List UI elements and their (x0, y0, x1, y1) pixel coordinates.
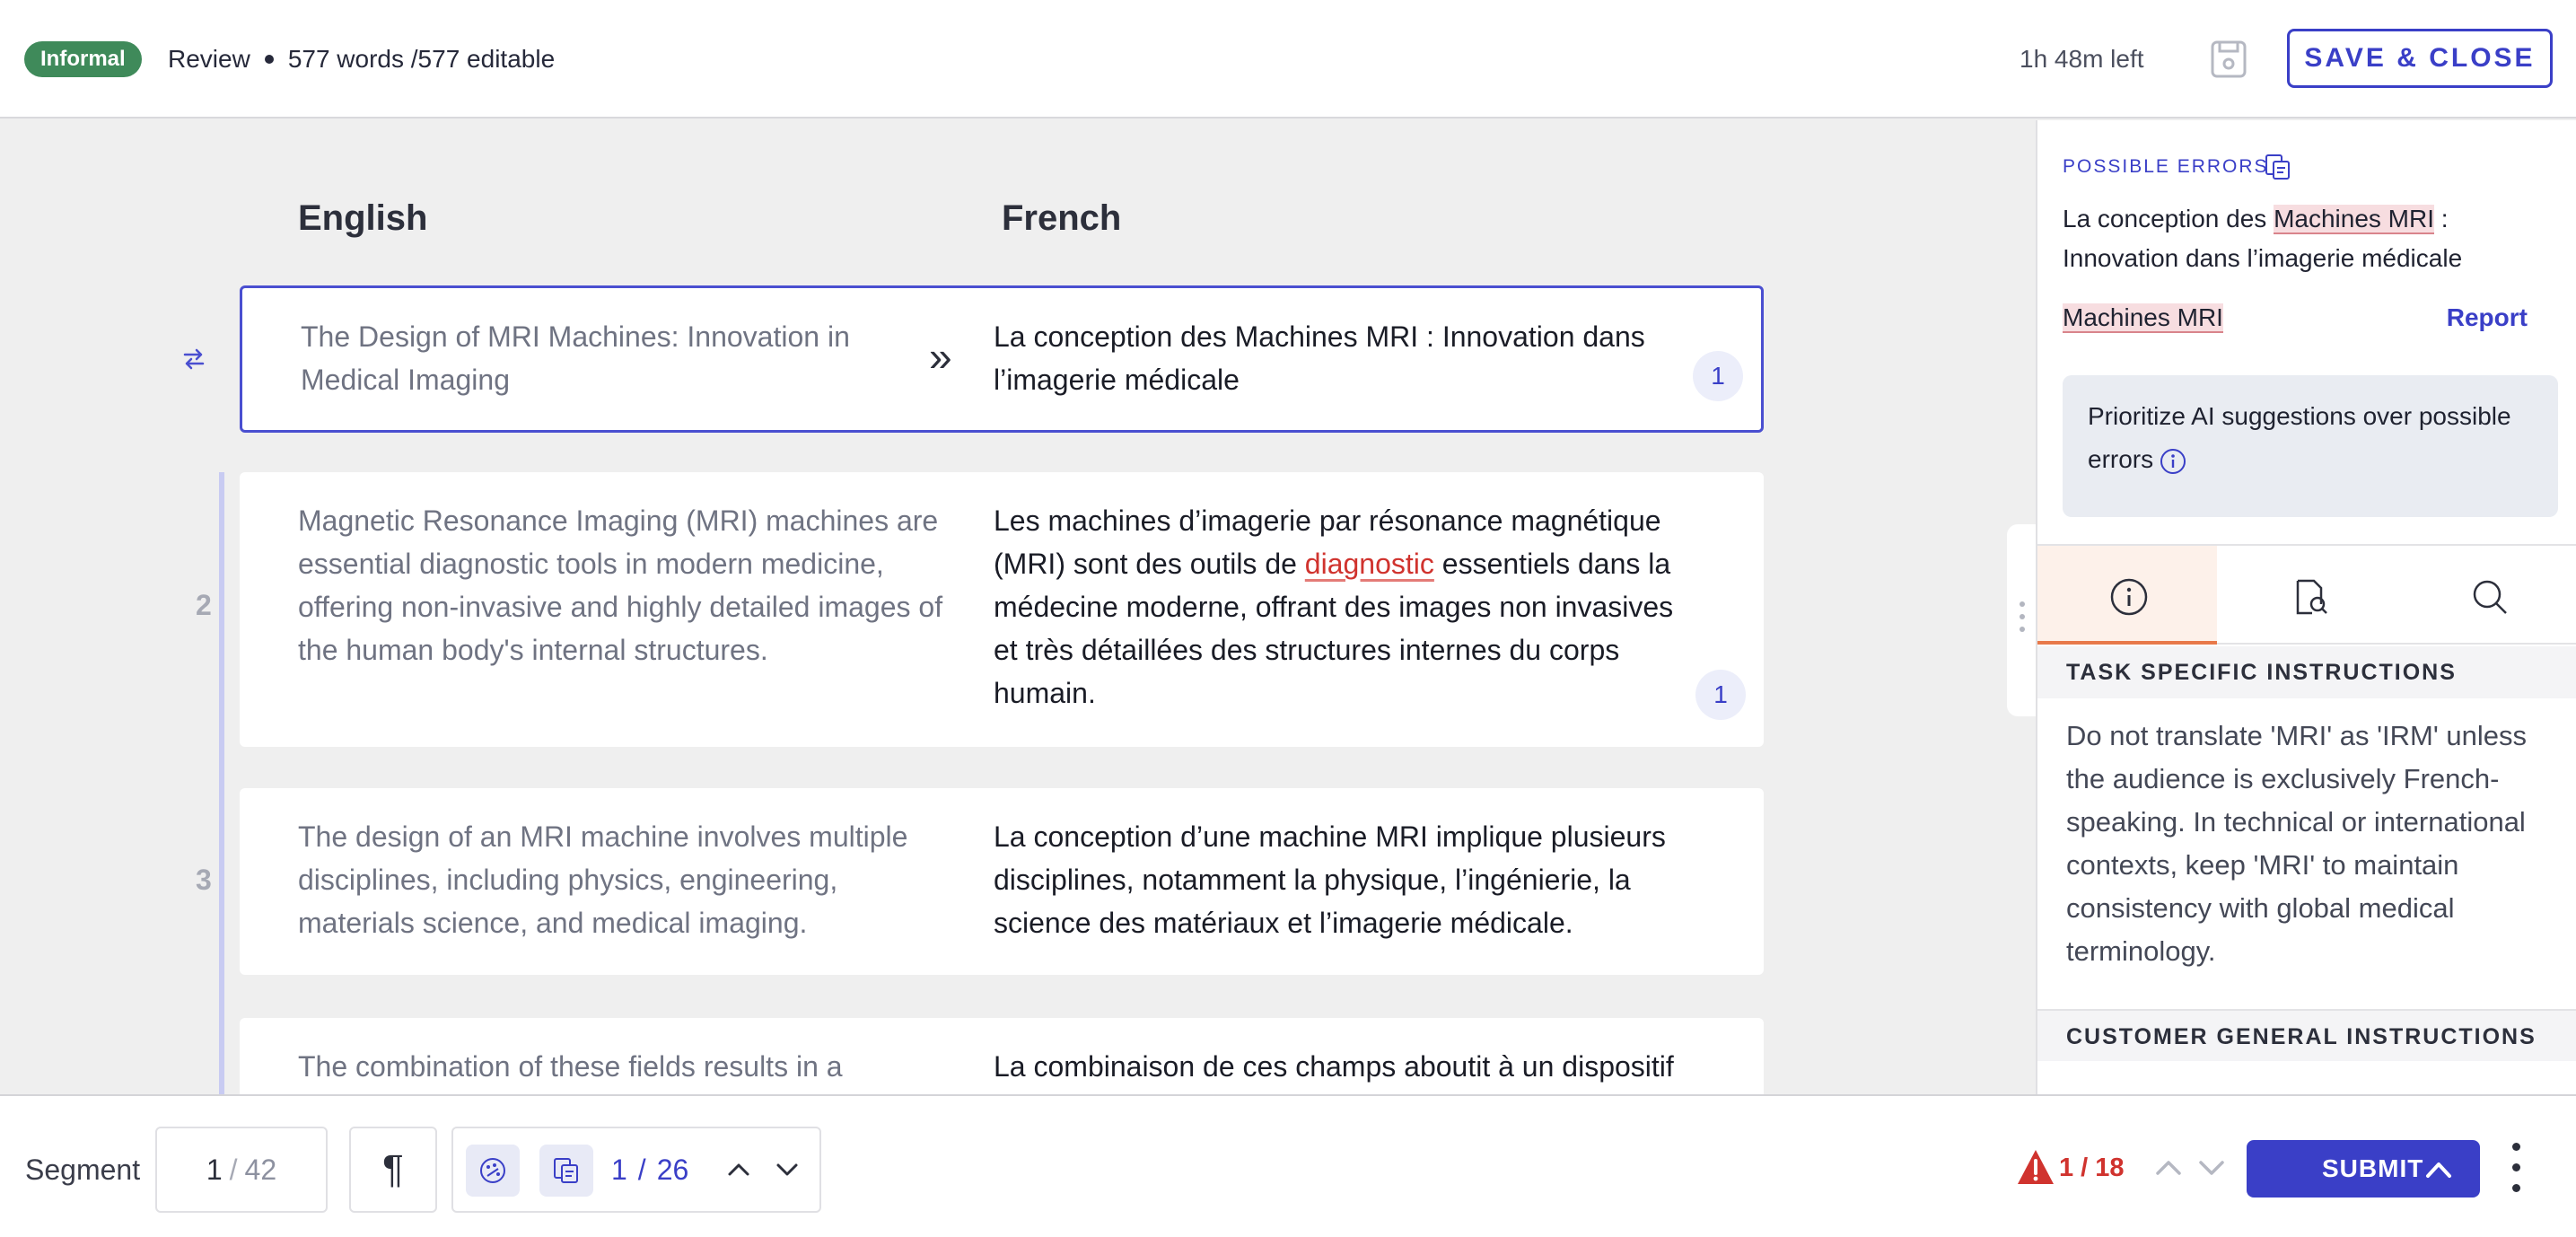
slash-separator: / (229, 1154, 238, 1186)
tab-info[interactable] (2037, 546, 2217, 645)
panel-resize-handle[interactable] (2007, 524, 2037, 716)
separator-dot (264, 54, 274, 64)
report-link[interactable]: Report (2447, 300, 2528, 336)
source-text: The combination of these fields results … (298, 1050, 843, 1083)
segment-rail (219, 472, 224, 1094)
review-status: Review 577 words /577 editable (168, 43, 555, 75)
task-instructions-text: Do not translate 'MRI' as 'IRM' unless t… (2066, 720, 2527, 967)
flagged-word[interactable]: diagnostic (1305, 548, 1434, 580)
top-bar: Informal Review 577 words /577 editable 1… (0, 0, 2576, 118)
issue-count-badge[interactable]: 1 (1693, 351, 1743, 401)
task-instructions-heading: TASK SPECIFIC INSTRUCTIONS (2037, 646, 2576, 698)
segment-number: 3 (196, 864, 212, 896)
possible-errors-label: POSSIBLE ERRORS (2063, 156, 2269, 177)
show-formatting-button[interactable]: ¶ (349, 1127, 437, 1213)
prioritize-ai-box: Prioritize AI suggestions over possible … (2063, 375, 2558, 517)
target-language-heading: French (1002, 198, 1122, 238)
target-text[interactable]: La combinaison de ces champs aboutit à u… (994, 1045, 1703, 1088)
source-language-heading: English (298, 198, 428, 238)
save-and-close-button[interactable]: SAVE & CLOSE (2287, 29, 2553, 88)
customer-instructions-heading: CUSTOMER GENERAL INSTRUCTIONS (2037, 1009, 2576, 1061)
info-icon (2110, 578, 2148, 616)
source-text: The design of an MRI machine involves mu… (298, 820, 908, 939)
review-label: Review (168, 45, 250, 73)
panel-tabs (2037, 544, 2576, 645)
warning-icon (2018, 1150, 2054, 1184)
bottom-bar: Segment 1/42 ¶ 1/26 1 / 18 SUBMIT (0, 1094, 2576, 1237)
segment-number-input[interactable]: 1/42 (155, 1127, 328, 1213)
segment-label: Segment (25, 1154, 141, 1186)
source-text: The Design of MRI Machines: Innovation i… (301, 320, 850, 396)
search-icon (2473, 580, 2507, 614)
handle-dot (2020, 614, 2025, 619)
copy-document-icon[interactable] (2264, 153, 2292, 181)
chevron-up-icon[interactable] (721, 1152, 757, 1188)
segment-row-active[interactable]: The Design of MRI Machines: Innovation i… (240, 285, 1764, 433)
highlighted-term: Machines MRI (2274, 205, 2434, 234)
info-icon[interactable] (2159, 447, 2187, 476)
prioritize-text: Prioritize AI suggestions over possible … (2088, 402, 2511, 473)
chevron-up-icon[interactable] (2151, 1150, 2186, 1186)
tab-document-search[interactable] (2219, 546, 2398, 645)
segment-number: 2 (196, 589, 212, 621)
handle-dot (2020, 601, 2025, 607)
flagged-term: Machines MRI (2063, 303, 2223, 333)
issue-position: 1/26 (611, 1154, 689, 1186)
error-sentence: La conception des Machines MRI : Innovat… (2063, 199, 2529, 278)
segment-row[interactable]: The combination of these fields results … (240, 1018, 1764, 1094)
document-search-icon (2296, 579, 2327, 615)
copy-document-icon (554, 1158, 578, 1183)
target-text[interactable]: La conception d’une machine MRI implique… (994, 815, 1703, 944)
ai-suggestions-button[interactable] (466, 1145, 520, 1197)
target-text[interactable]: Les machines d’imagerie par résonance ma… (994, 499, 1703, 715)
segment-row[interactable]: Magnetic Resonance Imaging (MRI) machine… (240, 472, 1764, 747)
segment-current[interactable]: 1 (206, 1154, 223, 1186)
time-left: 1h 48m left (2020, 45, 2144, 73)
chevron-up-icon[interactable] (2424, 1156, 2453, 1183)
issue-count-badge[interactable]: 1 (1695, 670, 1746, 720)
handle-dot (2020, 627, 2025, 632)
right-panel: POSSIBLE ERRORS La conception des Machin… (2036, 120, 2576, 1094)
chevron-down-icon[interactable] (2194, 1150, 2230, 1186)
more-options-icon[interactable] (2510, 1143, 2522, 1193)
swap-icon[interactable] (180, 345, 208, 373)
submit-button[interactable]: SUBMIT (2247, 1140, 2480, 1198)
error-counter: 1/18 (2059, 1154, 2125, 1182)
copy-source-icon[interactable]: » (929, 336, 952, 377)
submit-label: SUBMIT (2322, 1154, 2424, 1182)
target-text[interactable]: La conception des Machines MRI : Innovat… (994, 315, 1703, 401)
chevron-down-icon[interactable] (769, 1152, 805, 1188)
save-disk-icon[interactable] (2210, 39, 2247, 79)
ai-palette-icon (480, 1158, 505, 1183)
segment-row[interactable]: The design of an MRI machine involves mu… (240, 788, 1764, 975)
segment-total: 42 (244, 1154, 277, 1186)
tab-search[interactable] (2398, 546, 2576, 645)
source-text: Magnetic Resonance Imaging (MRI) machine… (298, 504, 943, 666)
sentence-part: La conception des (2063, 205, 2274, 232)
issue-navigator: 1/26 (451, 1127, 821, 1213)
word-stats: 577 words /577 editable (287, 45, 556, 73)
possible-errors-button[interactable] (539, 1145, 593, 1197)
register-badge: Informal (24, 41, 142, 77)
segment-editor: English French The Design of MRI Machine… (0, 120, 2036, 1094)
